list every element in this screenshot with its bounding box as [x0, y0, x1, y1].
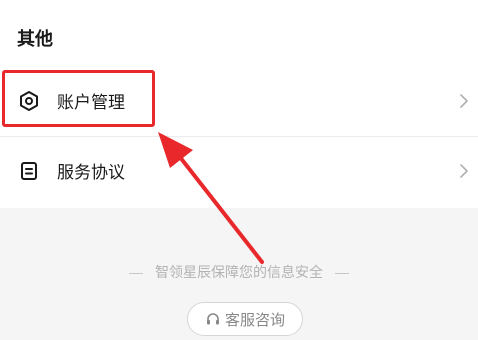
- customer-service-button[interactable]: 客服咨询: [187, 302, 303, 336]
- settings-card: 其他 账户管理 服务协议: [0, 0, 478, 208]
- account-management-label: 账户管理: [57, 93, 125, 113]
- divider: [335, 272, 349, 274]
- chevron-right-icon: [460, 94, 468, 108]
- security-note-text: 智领星辰保障您的信息安全: [155, 265, 323, 281]
- chevron-right-icon: [460, 164, 468, 178]
- section-title: 其他: [17, 29, 53, 50]
- account-management-row[interactable]: 账户管理: [0, 68, 478, 134]
- divider: [129, 272, 143, 274]
- service-agreement-label: 服务协议: [57, 163, 125, 183]
- headset-icon: [206, 313, 219, 325]
- hexagon-settings-icon: [20, 91, 38, 111]
- customer-service-label: 客服咨询: [224, 310, 285, 329]
- service-agreement-row[interactable]: 服务协议: [0, 138, 478, 204]
- document-icon: [21, 162, 37, 180]
- security-note: 智领星辰保障您的信息安全: [0, 262, 478, 282]
- divider: [0, 136, 478, 137]
